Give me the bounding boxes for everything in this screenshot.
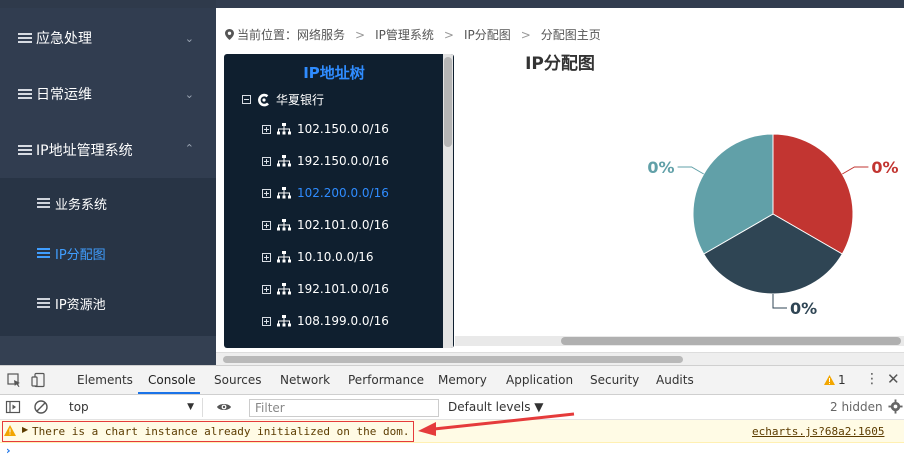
filter-input[interactable]: [249, 399, 439, 417]
sidebar-subitem-ip-allocation[interactable]: IP分配图: [0, 228, 216, 278]
menu-list-icon: [18, 88, 32, 100]
gear-icon[interactable]: [888, 399, 903, 414]
sidebar-subitem-label: IP资源池: [55, 297, 106, 313]
page-horizontal-scrollbar[interactable]: [216, 352, 904, 365]
sidebar-item-daily-ops[interactable]: 日常运维 ⌄: [0, 66, 216, 122]
sidebar-toggle-icon[interactable]: [5, 399, 21, 415]
sidebar-item-ip-management[interactable]: IP地址管理系统 ⌃: [0, 122, 216, 178]
pie-label-line: [772, 294, 787, 309]
highlight-box: [2, 421, 414, 442]
menu-list-icon: [37, 298, 50, 308]
tab-console[interactable]: Console: [148, 373, 196, 387]
pie-slice-label: 0%: [790, 299, 817, 318]
warning-count: 1: [838, 373, 846, 387]
clear-console-icon[interactable]: [33, 399, 49, 415]
menu-list-icon: [37, 198, 50, 208]
active-tab-indicator: [138, 392, 200, 394]
sidebar-subitem-business-system[interactable]: 业务系统: [0, 178, 216, 228]
tab-security[interactable]: Security: [590, 373, 639, 387]
tab-audits[interactable]: Audits: [656, 373, 694, 387]
source-link[interactable]: echarts.js?68a2:1605: [752, 425, 884, 438]
pie-chart: 0% 0% 0%: [647, 133, 899, 318]
warning-icon: [824, 375, 835, 385]
tab-sources[interactable]: Sources: [214, 373, 261, 387]
menu-list-icon: [18, 144, 32, 156]
sidebar-subitem-ip-pool[interactable]: IP资源池: [0, 278, 216, 328]
sidebar-footer-bg: [0, 336, 216, 365]
sidebar-item-label: 应急处理: [36, 31, 92, 47]
sidebar-item-label: IP地址管理系统: [36, 143, 133, 159]
eye-icon[interactable]: [216, 399, 232, 415]
close-icon[interactable]: ✕: [887, 370, 900, 388]
sidebar: 应急处理 ⌄ 日常运维 ⌄ IP地址管理系统 ⌃ 业务系统 IP分配图 IP资源…: [0, 8, 216, 365]
menu-list-icon: [37, 248, 50, 258]
top-strip: [216, 0, 904, 8]
context-value: top: [69, 400, 89, 414]
chevron-up-icon: ⌃: [184, 142, 194, 155]
tab-application[interactable]: Application: [506, 373, 573, 387]
console-prompt-icon[interactable]: ›: [6, 444, 11, 457]
sidebar-subitem-label: IP分配图: [55, 247, 106, 263]
chevron-down-icon: ⌄: [184, 87, 194, 101]
inspect-element-icon[interactable]: [6, 372, 22, 388]
tab-network[interactable]: Network: [280, 373, 330, 387]
tab-memory[interactable]: Memory: [438, 373, 487, 387]
sidebar-item-emergency[interactable]: 应急处理 ⌄: [0, 10, 216, 66]
pie-label-line: [842, 166, 869, 175]
pie-slice-label: 0%: [647, 158, 674, 177]
sidebar-subitem-label: 业务系统: [55, 197, 108, 213]
chart-horizontal-scrollbar[interactable]: [455, 336, 904, 346]
sidebar-item-label: 日常运维: [36, 87, 92, 103]
warning-counter[interactable]: 1: [824, 373, 846, 387]
page-scrollbar-thumb[interactable]: [223, 356, 683, 363]
tab-performance[interactable]: Performance: [348, 373, 424, 387]
device-toolbar-icon[interactable]: [31, 372, 47, 388]
menu-list-icon: [18, 32, 32, 44]
chart-scrollbar-thumb[interactable]: [561, 337, 901, 345]
tab-elements[interactable]: Elements: [77, 373, 133, 387]
hidden-messages-count: 2 hidden: [830, 400, 883, 414]
annotation-arrow: [418, 412, 575, 436]
dropdown-arrow-icon: ▼: [187, 402, 194, 412]
more-options-icon[interactable]: ⋮: [865, 371, 879, 387]
context-select[interactable]: top ▼: [63, 398, 203, 417]
devtools-tabbar: Elements Console Sources Network Perform…: [0, 366, 904, 395]
chevron-down-icon: ⌄: [184, 31, 194, 45]
pie-label-line: [677, 166, 704, 175]
pie-slice-label: 0%: [871, 158, 898, 177]
